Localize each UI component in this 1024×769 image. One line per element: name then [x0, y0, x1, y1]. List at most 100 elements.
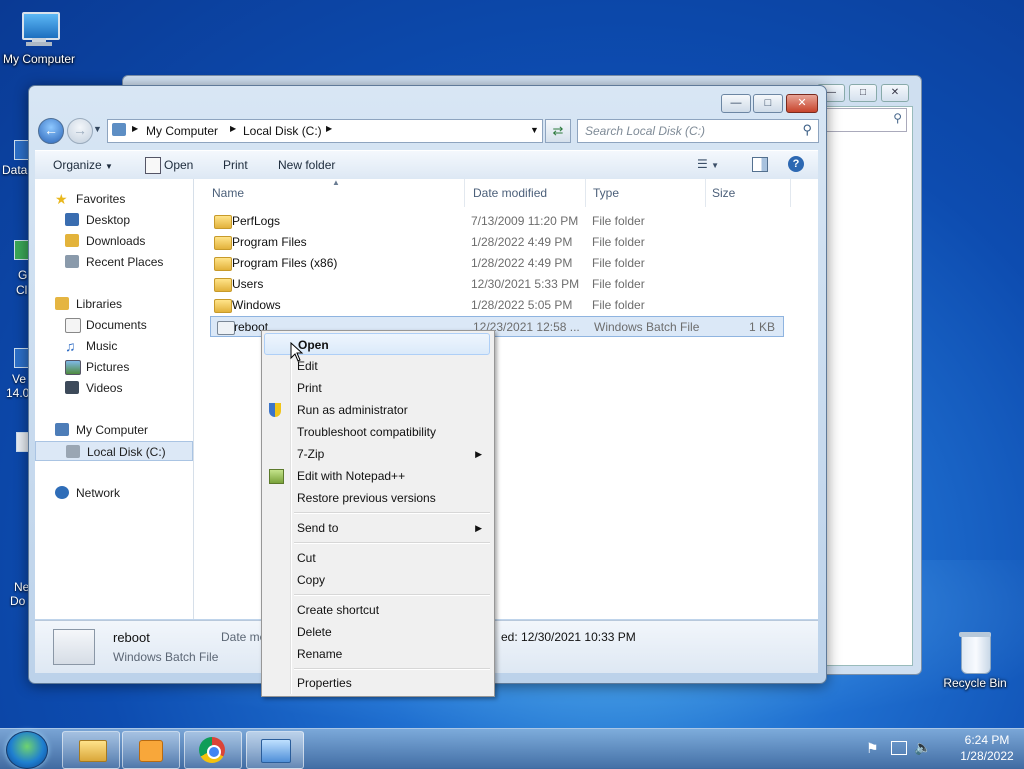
column-header-type[interactable]: Type [593, 179, 706, 207]
file-row[interactable]: Users 12/30/2021 5:33 PM File folder [208, 274, 782, 295]
menu-item-send-to[interactable]: Send to ▶ [264, 517, 490, 539]
search-input[interactable]: Search Local Disk (C:) ⚲ [577, 119, 819, 143]
star-icon: ★ [55, 191, 68, 207]
view-options-icon[interactable]: ☰ ▼ [697, 157, 719, 171]
folder-icon [214, 278, 232, 292]
details-date-value: ed: 12/30/2021 10:33 PM [501, 630, 636, 644]
submenu-arrow-icon: ▶ [475, 449, 482, 459]
clock[interactable]: 6:24 PM 1/28/2022 [956, 733, 1018, 763]
open-button[interactable]: Open [164, 158, 193, 172]
documents-icon [65, 318, 81, 333]
nav-network[interactable]: Network [35, 483, 193, 503]
notepad-plus-plus-icon [269, 469, 284, 484]
minimize-button[interactable]: — [721, 94, 751, 113]
menu-item-cut[interactable]: Cut [264, 547, 490, 569]
menu-item-properties[interactable]: Properties [264, 672, 490, 694]
taskbar-explorer-button[interactable] [62, 731, 120, 769]
preview-pane-icon[interactable] [752, 157, 768, 172]
close-button[interactable]: ✕ [881, 84, 909, 102]
file-row[interactable]: PerfLogs 7/13/2009 11:20 PM File folder [208, 211, 782, 232]
address-bar[interactable]: ▶ My Computer ▶ Local Disk (C:) ▶ ▼ [107, 119, 543, 143]
refresh-button[interactable]: ⇄ [545, 119, 571, 143]
computer-icon [18, 10, 60, 50]
menu-item-copy[interactable]: Copy [264, 569, 490, 591]
print-button[interactable]: Print [223, 158, 248, 172]
taskbar-chrome-button[interactable] [184, 731, 242, 769]
nav-desktop[interactable]: Desktop [35, 210, 193, 230]
folder-icon [79, 740, 107, 762]
menu-item-troubleshoot-compatibility[interactable]: Troubleshoot compatibility [264, 421, 490, 443]
media-player-icon [139, 740, 163, 762]
details-file-type: Windows Batch File [113, 650, 219, 664]
address-dropdown-icon[interactable]: ▼ [530, 125, 539, 135]
edge-label-ve: Ve [12, 372, 27, 386]
open-icon [145, 157, 161, 174]
drive-icon [66, 445, 80, 458]
menu-item-restore-previous-versions[interactable]: Restore previous versions [264, 487, 490, 509]
menu-item-7zip[interactable]: 7-Zip ▶ [264, 443, 490, 465]
chevron-right-icon: ▶ [132, 124, 139, 133]
shield-icon [269, 403, 281, 417]
context-menu: Open Edit Print Run as administrator Tro… [261, 330, 495, 697]
batch-file-icon [53, 629, 95, 665]
nav-my-computer[interactable]: My Computer [35, 420, 193, 440]
menu-item-run-as-administrator[interactable]: Run as administrator [264, 399, 490, 421]
recycle-bin-desktop-icon[interactable]: Recycle Bin [930, 630, 1020, 690]
details-file-name: reboot [113, 630, 150, 645]
nav-downloads[interactable]: Downloads [35, 231, 193, 251]
nav-libraries[interactable]: Libraries [35, 294, 193, 314]
pictures-icon [65, 360, 81, 375]
breadcrumb-local-disk[interactable]: Local Disk (C:) [243, 124, 322, 138]
column-header-date[interactable]: Date modified [473, 179, 586, 207]
help-icon[interactable]: ? [788, 156, 804, 172]
nav-recent-places[interactable]: Recent Places [35, 252, 193, 272]
column-header-size[interactable]: Size [712, 179, 791, 207]
new-folder-button[interactable]: New folder [278, 158, 335, 172]
organize-button[interactable]: Organize ▼ [53, 158, 113, 172]
menu-item-edit-with-notepad[interactable]: Edit with Notepad++ [264, 465, 490, 487]
file-row[interactable]: Program Files (x86) 1/28/2022 4:49 PM Fi… [208, 253, 782, 274]
start-button[interactable] [6, 731, 48, 769]
search-icon: ⚲ [802, 122, 812, 137]
chevron-right-icon: ▶ [230, 124, 237, 133]
clock-time: 6:24 PM [964, 733, 1010, 747]
nav-videos[interactable]: Videos [35, 378, 193, 398]
nav-documents[interactable]: Documents [35, 315, 193, 335]
nav-local-disk[interactable]: Local Disk (C:) [35, 441, 193, 461]
details-date-label: Date me [221, 630, 267, 644]
chevron-right-icon: ▶ [326, 124, 333, 133]
my-computer-desktop-icon[interactable]: My Computer [0, 10, 84, 66]
nav-music[interactable]: ♫ Music [35, 336, 193, 356]
menu-item-rename[interactable]: Rename [264, 643, 490, 665]
menu-separator [294, 512, 490, 514]
control-panel-icon [261, 739, 291, 763]
file-row[interactable]: Windows 1/28/2022 5:05 PM File folder [208, 295, 782, 316]
maximize-button[interactable]: □ [753, 94, 783, 113]
downloads-icon [65, 234, 79, 247]
navigation-pane: ★ Favorites Desktop Downloads Recent Pla… [35, 179, 194, 619]
menu-item-create-shortcut[interactable]: Create shortcut [264, 599, 490, 621]
close-button[interactable]: ✕ [786, 94, 818, 113]
edge-label-g: G [18, 268, 28, 282]
menu-item-print[interactable]: Print [264, 377, 490, 399]
search-placeholder: Search Local Disk (C:) [585, 124, 706, 138]
edge-label-version: 14.0 [6, 386, 30, 400]
nav-favorites[interactable]: ★ Favorites [35, 189, 193, 209]
back-button[interactable]: ← [38, 118, 64, 144]
action-center-flag-icon[interactable]: ⚑ [866, 740, 879, 757]
file-row[interactable]: Program Files 1/28/2022 4:49 PM File fol… [208, 232, 782, 253]
taskbar-control-panel-button[interactable] [246, 731, 304, 769]
network-tray-icon[interactable] [891, 741, 907, 755]
menu-item-delete[interactable]: Delete [264, 621, 490, 643]
recent-places-icon [65, 255, 79, 268]
folder-icon [214, 299, 232, 313]
maximize-button[interactable]: □ [849, 84, 877, 102]
chevron-down-icon[interactable]: ▼ [93, 124, 102, 134]
breadcrumb-my-computer[interactable]: My Computer [146, 124, 218, 138]
nav-pictures[interactable]: Pictures [35, 357, 193, 377]
forward-button[interactable]: → [67, 118, 93, 144]
folder-icon [214, 215, 232, 229]
taskbar: ⚑ 🔈 6:24 PM 1/28/2022 [0, 728, 1024, 769]
volume-icon[interactable]: 🔈 [914, 739, 931, 756]
taskbar-media-player-button[interactable] [122, 731, 180, 769]
